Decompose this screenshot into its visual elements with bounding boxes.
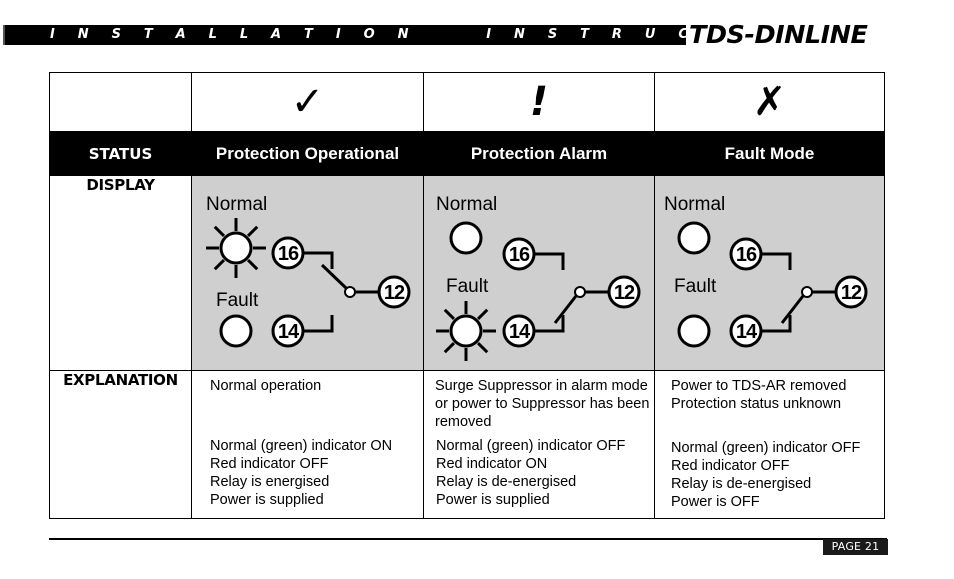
relay-switch-arm	[780, 295, 805, 324]
fault-indicator-light-icon	[677, 314, 711, 348]
exclamation-icon: !	[529, 79, 549, 125]
fault-indicator-light-icon	[436, 301, 496, 361]
fault-indicator-light-icon	[219, 314, 253, 348]
explanation-cell-alarm: Surge Suppressor in alarm mode or power t…	[423, 370, 655, 519]
explanation-line: Normal operation	[210, 378, 322, 394]
svg-text:16: 16	[509, 244, 530, 266]
check-mark-icon: ✓	[290, 79, 325, 125]
explanation-line: Normal (green) indicator OFF	[671, 440, 861, 456]
status-fault: Fault Mode	[654, 131, 885, 176]
terminal-16-wire	[534, 252, 565, 270]
svg-text:14: 14	[278, 321, 300, 343]
terminal-12-badge: 12	[834, 275, 868, 309]
explanation-line: Power is supplied	[210, 492, 324, 508]
fault-indicator-label: Fault	[674, 276, 717, 297]
terminal-14-badge: 14	[502, 314, 536, 348]
icon-cell-operational: ✓	[191, 72, 424, 132]
explanation-line: Relay is energised	[210, 474, 330, 490]
terminal-12-badge: 12	[377, 275, 411, 309]
normal-indicator-light-icon	[206, 218, 266, 278]
normal-indicator-light-icon	[449, 221, 483, 255]
svg-text:14: 14	[509, 321, 531, 343]
icon-cell-alarm: !	[423, 72, 655, 132]
status-table: ✓ ! ✗ STATUS Protection Operational Prot…	[49, 72, 885, 519]
terminal-16-badge: 16	[502, 237, 536, 271]
normal-indicator-label: Normal	[206, 194, 267, 215]
explanation-line: Normal (green) indicator OFF	[436, 438, 626, 454]
header-bar-edge	[3, 25, 5, 45]
footer-rule	[49, 538, 887, 540]
explanation-line: Relay is de-energised	[671, 476, 812, 492]
explanation-line: Red indicator OFF	[671, 458, 790, 474]
svg-text:16: 16	[278, 243, 299, 265]
explanation-summary: Power to TDS-AR removed Protection status…	[671, 377, 846, 413]
relay-pivot-icon	[344, 286, 356, 298]
fault-indicator-label: Fault	[446, 276, 489, 297]
relay-pivot-icon	[801, 286, 813, 298]
explanation-line: Relay is de-energised	[436, 474, 577, 490]
cross-mark-icon: ✗	[752, 79, 787, 125]
relay-switch-arm	[553, 295, 578, 324]
display-cell-alarm: Normal Fault 16 12 14	[423, 175, 655, 371]
explanation-line: removed	[435, 414, 492, 430]
relay-pivot-icon	[574, 286, 586, 298]
status-row-label: STATUS	[49, 131, 192, 176]
svg-text:12: 12	[384, 282, 405, 304]
display-row-label-cell: DISPLAY	[49, 175, 192, 371]
status-operational: Protection Operational	[191, 131, 424, 176]
fault-indicator-label: Fault	[216, 290, 259, 311]
display-cell-operational: Normal Fault 16 12 14	[191, 175, 424, 371]
terminal-14-badge: 14	[271, 314, 305, 348]
explanation-line: Red indicator ON	[436, 456, 548, 472]
svg-text:14: 14	[736, 321, 758, 343]
explanation-row-label-cell: EXPLANATION	[49, 370, 192, 519]
explanation-details: Normal (green) indicator ON Red indicator…	[210, 437, 392, 509]
terminal-14-wire	[303, 315, 334, 333]
explanation-line: Power to TDS-AR removed	[671, 378, 847, 394]
normal-indicator-label: Normal	[664, 194, 725, 215]
icon-row-label-cell	[49, 72, 192, 132]
svg-text:12: 12	[841, 282, 862, 304]
brand-logo: TDS-DINLINE	[689, 20, 868, 49]
explanation-details: Normal (green) indicator OFF Red indicato…	[671, 439, 860, 511]
explanation-row-label: EXPLANATION	[63, 371, 178, 389]
explanation-line: Surge Suppressor in alarm mode	[435, 378, 648, 394]
explanation-cell-fault: Power to TDS-AR removed Protection status…	[654, 370, 885, 519]
terminal-16-badge: 16	[271, 236, 305, 270]
terminal-12-badge: 12	[607, 275, 641, 309]
svg-text:16: 16	[736, 244, 757, 266]
display-cell-fault: Normal Fault 16 12 14	[654, 175, 885, 371]
icon-row: ✓ ! ✗	[49, 72, 885, 132]
svg-text:12: 12	[614, 282, 635, 304]
explanation-details: Normal (green) indicator OFF Red indicato…	[436, 437, 625, 509]
terminal-16-wire	[761, 252, 792, 270]
explanation-summary: Normal operation	[210, 377, 321, 395]
explanation-line: Power is supplied	[436, 492, 550, 508]
normal-indicator-label: Normal	[436, 194, 497, 215]
status-row: STATUS Protection Operational Protection…	[49, 131, 885, 176]
explanation-line: Normal (green) indicator ON	[210, 438, 393, 454]
icon-cell-fault: ✗	[654, 72, 885, 132]
explanation-summary: Surge Suppressor in alarm mode or power t…	[435, 377, 649, 431]
explanation-line: Red indicator OFF	[210, 456, 329, 472]
explanation-row: EXPLANATION Normal operation Normal (gre…	[49, 370, 885, 519]
normal-indicator-light-icon	[677, 221, 711, 255]
relay-switch-arm	[320, 263, 348, 290]
explanation-line: Power is OFF	[671, 494, 760, 510]
explanation-cell-operational: Normal operation Normal (green) indicato…	[191, 370, 424, 519]
relay-diagram: Normal Fault 16 12 14	[206, 194, 411, 348]
display-row: DISPLAY Normal Fault 16 12 14 Normal Fault 16 1…	[49, 175, 885, 371]
terminal-14-badge: 14	[729, 314, 763, 348]
relay-diagram: Normal Fault 16 12 14	[436, 194, 641, 361]
display-row-label: DISPLAY	[86, 176, 155, 194]
relay-diagram: Normal Fault 16 12 14	[664, 194, 868, 348]
page-number-badge: PAGE 21	[823, 539, 888, 555]
terminal-16-wire	[303, 251, 334, 269]
explanation-line: Protection status unknown	[671, 396, 842, 412]
status-alarm: Protection Alarm	[423, 131, 655, 176]
terminal-16-badge: 16	[729, 237, 763, 271]
explanation-line: or power to Suppressor has been	[435, 396, 650, 412]
